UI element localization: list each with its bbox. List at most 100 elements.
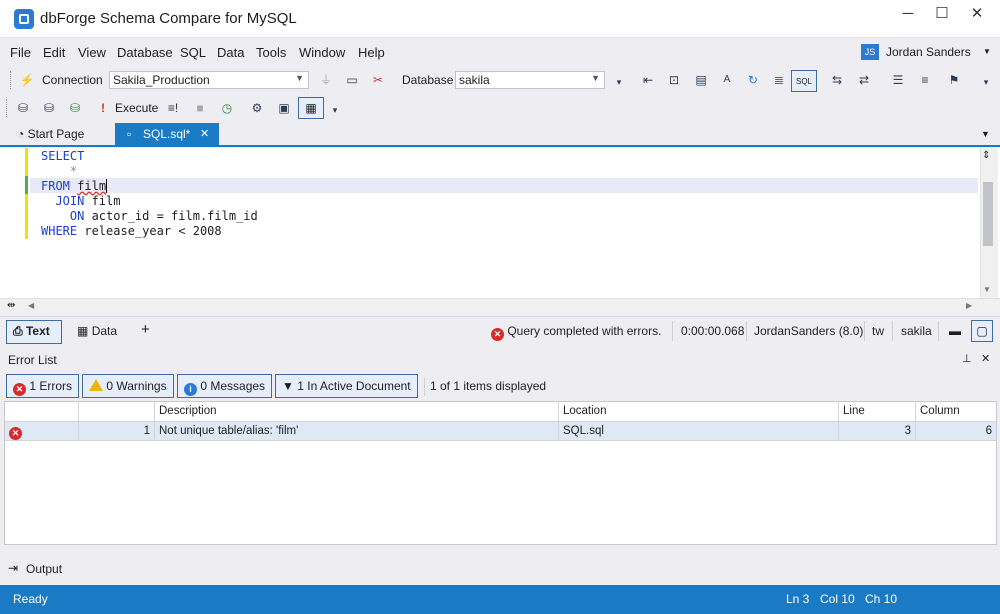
code-line: FROM film xyxy=(41,179,108,193)
error-icon: ✕ xyxy=(491,328,504,341)
menu-file[interactable]: File xyxy=(10,45,31,60)
error-row-icon-cell[interactable]: ✕ xyxy=(5,422,79,441)
menu-sql[interactable]: SQL xyxy=(180,45,206,60)
database-select[interactable]: sakila ▼ xyxy=(455,71,605,89)
toolbar-grip[interactable] xyxy=(10,71,13,89)
connection-select-value: Sakila_Production xyxy=(113,73,210,87)
stop-icon[interactable]: ■ xyxy=(191,99,209,117)
split-editor-icon[interactable]: ⇕ xyxy=(982,150,990,161)
menu-tools[interactable]: Tools xyxy=(256,45,286,60)
error-list-title: Error List xyxy=(8,353,57,367)
database-check-icon[interactable]: ⛁ xyxy=(66,99,84,117)
scroll-down-icon[interactable]: ▼ xyxy=(983,285,991,294)
execute-current-icon[interactable]: ≡! xyxy=(164,99,182,117)
error-icon: ✕ xyxy=(9,427,22,440)
connection-toolbar: ⚡ Connection Sakila_Production ▼ ⏚ ▭ ✂ Da… xyxy=(0,67,1000,93)
maximize-button[interactable]: ☐ xyxy=(927,4,957,24)
text-view-button[interactable]: ⎙ Text xyxy=(6,320,62,344)
close-panel-icon[interactable]: ✕ xyxy=(981,352,990,365)
menu-data[interactable]: Data xyxy=(217,45,244,60)
error-row-location[interactable]: SQL.sql xyxy=(559,422,839,441)
messages-filter-button[interactable]: i 0 Messages xyxy=(177,374,273,398)
user-menu-chevron-icon[interactable]: ▼ xyxy=(983,47,991,56)
active-document-filter-button[interactable]: ▼ 1 In Active Document xyxy=(275,374,418,398)
error-row-number[interactable]: 1 xyxy=(79,422,155,441)
minimize-button[interactable]: ─ xyxy=(893,4,923,24)
split-horizontal-icon[interactable]: ⇹ xyxy=(7,300,15,311)
database-icon[interactable]: ⛁ xyxy=(14,99,32,117)
scroll-right-icon[interactable]: ▶ xyxy=(966,301,972,310)
format-icon[interactable]: ▤ xyxy=(692,71,710,89)
saved-change-marker xyxy=(25,176,28,194)
full-view-icon[interactable]: ▢ xyxy=(971,320,993,342)
error-row-description[interactable]: Not unique table/alias: 'film' xyxy=(155,422,559,441)
column-header-line[interactable]: Line xyxy=(839,402,916,422)
menu-edit[interactable]: Edit xyxy=(43,45,65,60)
connection-select[interactable]: Sakila_Production ▼ xyxy=(109,71,309,89)
pin-icon[interactable]: ⊥ xyxy=(962,352,972,365)
indent-icon[interactable]: ⇤ xyxy=(639,71,657,89)
scroll-left-icon[interactable]: ◀ xyxy=(28,301,34,310)
output-panel-tab[interactable]: ⇥ Output xyxy=(0,556,1000,580)
comment-block-icon[interactable]: ⊡ xyxy=(665,71,683,89)
text-view-icon: ⎙ xyxy=(13,324,23,338)
new-connection-icon[interactable]: ▭ xyxy=(343,71,361,89)
menu-database[interactable]: Database xyxy=(117,45,173,60)
editor-horizontal-scrollbar[interactable]: ⇹ ◀ ▶ xyxy=(0,298,1000,314)
warnings-filter-button[interactable]: 0 Warnings xyxy=(82,374,174,398)
column-header-icon[interactable] xyxy=(5,402,79,422)
case-icon[interactable]: A xyxy=(718,71,736,89)
close-window-button[interactable]: ✕ xyxy=(962,4,992,24)
menu-help[interactable]: Help xyxy=(358,45,385,60)
bookmark-icon[interactable]: ⚑ xyxy=(945,71,963,89)
debug-icon[interactable]: ▣ xyxy=(275,99,293,117)
toolbar-grip[interactable] xyxy=(6,99,9,117)
menu-window[interactable]: Window xyxy=(299,45,345,60)
user-avatar[interactable]: JS xyxy=(861,44,879,60)
grid-view-button[interactable]: ▦ xyxy=(298,97,324,119)
execute-history-icon[interactable]: ◷ xyxy=(218,99,236,117)
connection-user: JordanSanders (8.0) xyxy=(754,324,864,338)
tab-start-page[interactable]: ◔ Start Page xyxy=(17,123,84,145)
sql-file-icon: ▫ xyxy=(127,127,132,141)
toolbar-overflow-icon[interactable]: ▾ xyxy=(610,73,628,91)
execute-button[interactable]: Execute xyxy=(115,101,158,115)
refresh-icon[interactable]: ↻ xyxy=(744,71,762,89)
data-view-button[interactable]: ▦ Data xyxy=(70,320,124,344)
split-view-icon[interactable]: ▬ xyxy=(946,322,964,340)
filter-icon: ▼ xyxy=(282,379,294,393)
add-tab-button[interactable]: + xyxy=(134,320,157,344)
column-header-location[interactable]: Location xyxy=(559,402,839,422)
error-list-header: Error List ⊥ ✕ xyxy=(0,350,1000,370)
close-tab-icon[interactable]: ✕ xyxy=(200,127,209,140)
column-header-number[interactable] xyxy=(79,402,155,422)
error-row-column[interactable]: 6 xyxy=(916,422,996,441)
column-header-column[interactable]: Column xyxy=(916,402,996,422)
column-header-description[interactable]: Description xyxy=(155,402,559,422)
lines-icon[interactable]: ≡ xyxy=(916,71,934,89)
toolbar-overflow-icon[interactable]: ▾ xyxy=(326,101,344,119)
errors-filter-button[interactable]: ✕ 1 Errors xyxy=(6,374,80,398)
toolbar-overflow-icon[interactable]: ▾ xyxy=(977,73,995,91)
tab-sql[interactable]: ▫ SQL.sql* ✕ xyxy=(115,123,219,145)
execute-icon[interactable]: ! xyxy=(94,99,112,117)
app-title: dbForge Schema Compare for MySQL xyxy=(40,10,297,27)
wrap-icon[interactable]: ⇄ xyxy=(855,71,873,89)
outdent-icon[interactable]: ⇆ xyxy=(828,71,846,89)
status-bar: Ready Ln 3 Col 10 Ch 10 xyxy=(0,585,1000,614)
user-name[interactable]: Jordan Sanders xyxy=(886,45,971,59)
editor-vertical-scroll-thumb[interactable] xyxy=(983,182,993,246)
clear-icon[interactable]: ≣ xyxy=(770,71,788,89)
database-settings-icon[interactable]: ⛁ xyxy=(40,99,58,117)
query-status: ✕ Query completed with errors. xyxy=(491,324,661,341)
sql-check-button[interactable]: SQL xyxy=(791,70,817,92)
current-line-highlight xyxy=(30,178,978,193)
code-line: WHERE release_year < 2008 xyxy=(41,224,222,238)
error-row-line[interactable]: 3 xyxy=(839,422,916,441)
query-profiler-icon[interactable]: ⚙ xyxy=(248,99,266,117)
menu-view[interactable]: View xyxy=(78,45,106,60)
tab-list-chevron-icon[interactable]: ▼ xyxy=(981,129,990,139)
connect-icon[interactable]: ⏚ xyxy=(317,71,335,89)
disconnect-icon[interactable]: ✂ xyxy=(369,71,387,89)
list-icon[interactable]: ☰ xyxy=(889,71,907,89)
